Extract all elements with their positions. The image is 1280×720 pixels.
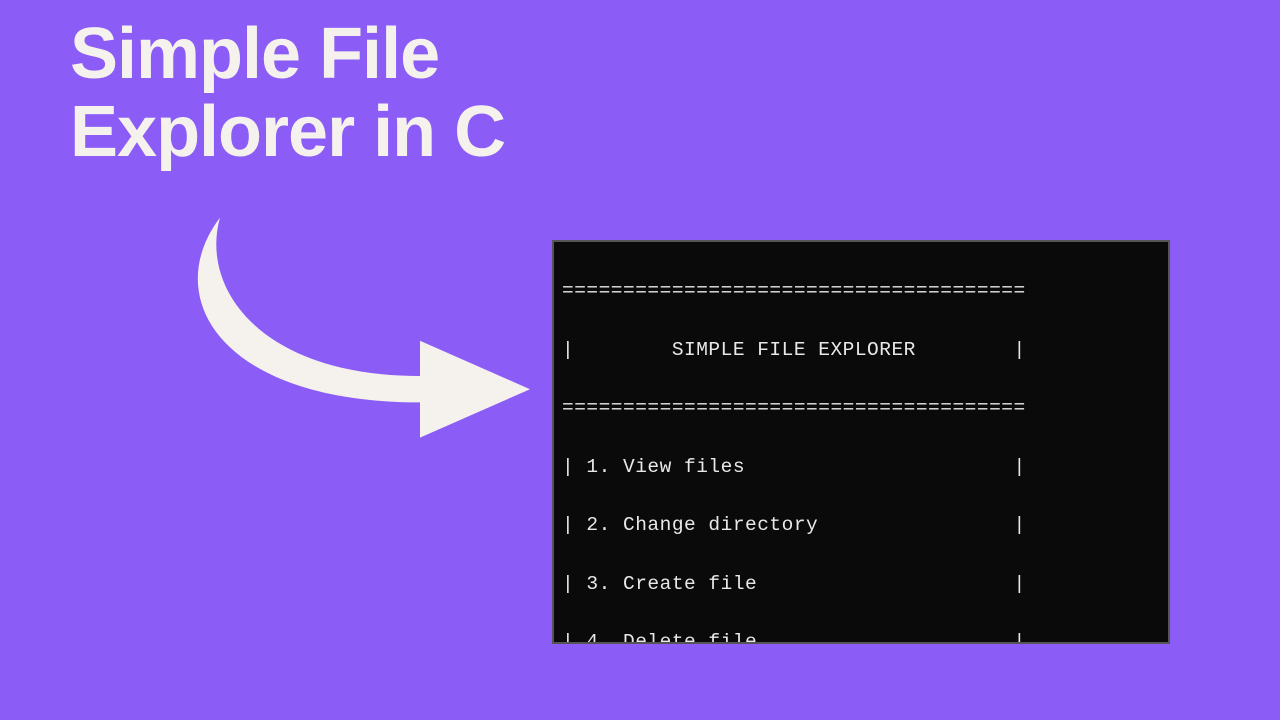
menu-item-view-files: | 1. View files | <box>562 453 1160 482</box>
arrow-icon <box>190 200 550 450</box>
title-line-1: Simple File <box>70 16 505 94</box>
menu-item-create-file: | 3. Create file | <box>562 570 1160 599</box>
title-line-2: Explorer in C <box>70 94 505 172</box>
page-title: Simple File Explorer in C <box>70 16 505 172</box>
menu-item-delete-file: | 4. Delete file | <box>562 628 1160 644</box>
terminal-window: ====================================== |… <box>552 240 1170 644</box>
terminal-header: | SIMPLE FILE EXPLORER | <box>562 336 1160 365</box>
terminal-divider: ====================================== <box>562 394 1160 423</box>
menu-item-change-directory: | 2. Change directory | <box>562 511 1160 540</box>
terminal-divider: ====================================== <box>562 277 1160 306</box>
